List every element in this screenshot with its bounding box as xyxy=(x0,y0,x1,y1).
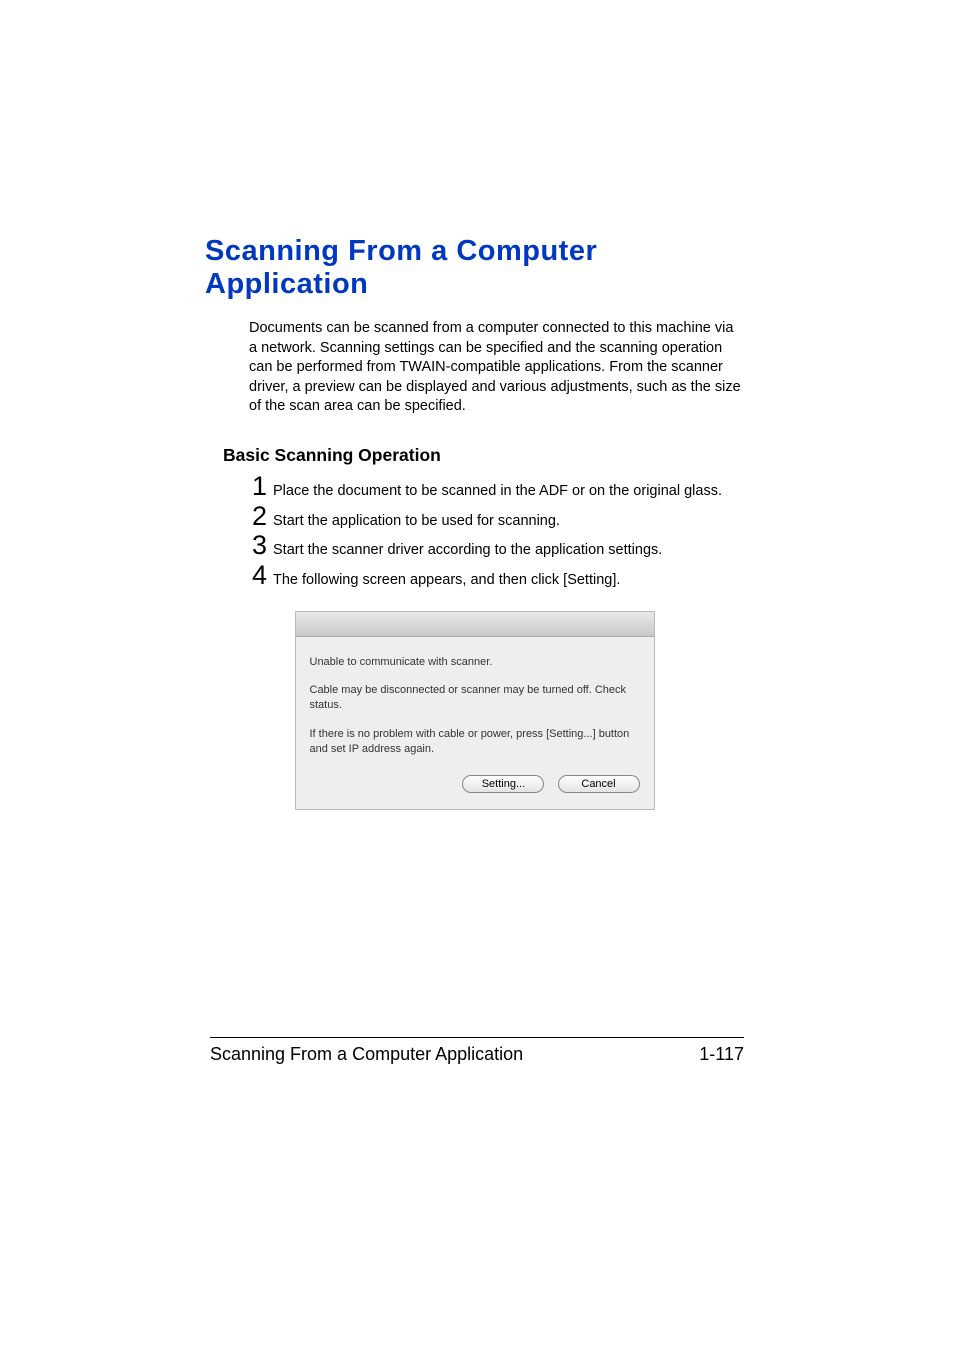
footer-title: Scanning From a Computer Application xyxy=(210,1044,523,1065)
scanner-error-dialog: Unable to communicate with scanner. Cabl… xyxy=(295,611,655,810)
dialog-body: Unable to communicate with scanner. Cabl… xyxy=(296,637,654,809)
step-number: 4 xyxy=(243,561,267,591)
subsection-heading: Basic Scanning Operation xyxy=(223,445,744,466)
dialog-titlebar xyxy=(296,612,654,637)
step-item: 2 Start the application to be used for s… xyxy=(243,502,744,532)
page-number: 1-117 xyxy=(699,1044,744,1065)
page-footer: Scanning From a Computer Application 1-1… xyxy=(210,1037,744,1065)
step-text: Place the document to be scanned in the … xyxy=(273,481,744,501)
step-number: 2 xyxy=(243,502,267,532)
step-item: 1 Place the document to be scanned in th… xyxy=(243,472,744,502)
dialog-message-line: If there is no problem with cable or pow… xyxy=(310,727,640,757)
step-text: Start the scanner driver according to th… xyxy=(273,540,744,560)
step-number: 3 xyxy=(243,531,267,561)
step-text: Start the application to be used for sca… xyxy=(273,511,744,531)
step-number: 1 xyxy=(243,472,267,502)
setting-button[interactable]: Setting... xyxy=(462,775,544,793)
step-list: 1 Place the document to be scanned in th… xyxy=(243,472,744,591)
step-item: 4 The following screen appears, and then… xyxy=(243,561,744,591)
dialog-button-row: Setting... Cancel xyxy=(310,775,640,793)
dialog-message-line: Unable to communicate with scanner. xyxy=(310,655,640,670)
intro-paragraph: Documents can be scanned from a computer… xyxy=(249,319,744,417)
step-text: The following screen appears, and then c… xyxy=(273,570,744,590)
dialog-message-line: Cable may be disconnected or scanner may… xyxy=(310,683,640,713)
cancel-button[interactable]: Cancel xyxy=(558,775,640,793)
document-page: Scanning From a Computer Application Doc… xyxy=(0,0,954,1350)
section-heading: Scanning From a Computer Application xyxy=(205,235,744,301)
step-item: 3 Start the scanner driver according to … xyxy=(243,531,744,561)
